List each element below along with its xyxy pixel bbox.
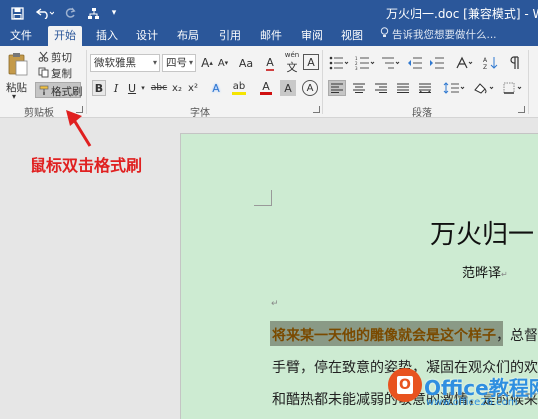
svg-text:Z: Z bbox=[483, 64, 487, 70]
subscript-button[interactable]: x₂ bbox=[170, 80, 184, 96]
tab-review[interactable]: 审阅 bbox=[295, 26, 329, 46]
enclose-char-icon[interactable]: A bbox=[302, 80, 318, 96]
save-icon[interactable] bbox=[8, 3, 26, 23]
distribute-icon[interactable] bbox=[416, 80, 434, 96]
font-name-value: 微软雅黑 bbox=[94, 57, 136, 69]
margin-corner-mark bbox=[254, 190, 272, 206]
group-divider bbox=[528, 50, 529, 114]
tell-me-text: 告诉我您想要做什么... bbox=[392, 29, 497, 41]
highlighted-text: 将来某一天他的雕像就会是这个样子 bbox=[272, 328, 496, 344]
tab-references[interactable]: 引用 bbox=[213, 26, 247, 46]
title-bar: ▾ 万火归一.doc [兼容模式] - W bbox=[0, 0, 538, 26]
font-launcher-icon[interactable] bbox=[313, 106, 320, 113]
tab-file[interactable]: 文件 bbox=[4, 26, 38, 46]
paragraph-group-label: 段落 bbox=[412, 108, 432, 119]
document-title[interactable]: 万火归一 bbox=[430, 214, 534, 251]
justify-icon[interactable] bbox=[394, 80, 412, 96]
watermark-url: www.office26.com bbox=[426, 397, 518, 408]
shading-icon[interactable] bbox=[472, 80, 496, 96]
tab-design[interactable]: 设计 bbox=[130, 26, 164, 46]
phonetic-guide-icon[interactable]: wén 文 bbox=[283, 51, 301, 74]
clipboard-group-label: 剪贴板 bbox=[24, 108, 54, 119]
line-spacing-icon[interactable] bbox=[442, 80, 466, 96]
char-border-icon[interactable]: A bbox=[303, 54, 319, 70]
svg-text:A: A bbox=[483, 57, 488, 64]
char-shading-icon[interactable]: A bbox=[280, 80, 296, 96]
shrink-font-icon[interactable]: A ▾ bbox=[216, 54, 230, 72]
chevron-down-icon: ▾ bbox=[152, 58, 157, 67]
group-divider bbox=[86, 50, 87, 114]
tab-home[interactable]: 开始 bbox=[48, 26, 82, 46]
copy-button[interactable]: 复制 bbox=[51, 66, 72, 81]
underline-button[interactable]: U bbox=[126, 80, 138, 96]
chevron-down-icon[interactable]: ▾ bbox=[139, 80, 147, 96]
highlight-icon[interactable]: ab bbox=[230, 80, 248, 96]
numbering-icon[interactable]: 123 bbox=[354, 54, 376, 72]
font-size-combo[interactable]: 四号 ▾ bbox=[162, 54, 196, 72]
paragraph-mark: ↵ bbox=[271, 299, 279, 309]
decrease-indent-icon[interactable] bbox=[406, 54, 424, 72]
copy-icon bbox=[37, 66, 49, 78]
grow-font-icon[interactable]: A ▴ bbox=[200, 54, 214, 72]
lightbulb-icon bbox=[380, 26, 389, 45]
chevron-down-icon: ▾ bbox=[188, 58, 193, 67]
touch-mode-icon[interactable] bbox=[84, 3, 102, 23]
borders-icon[interactable] bbox=[502, 80, 526, 96]
ribbon-tabs: 文件 开始 插入 设计 布局 引用 邮件 审阅 视图 告诉我您想要做什么... bbox=[0, 26, 538, 46]
cut-button[interactable]: 剪切 bbox=[51, 50, 72, 65]
superscript-button[interactable]: x² bbox=[186, 80, 200, 96]
chinese-layout-icon[interactable] bbox=[454, 54, 476, 72]
font-group-label: 字体 bbox=[190, 108, 210, 119]
annotation-arrow-icon bbox=[66, 110, 92, 147]
tell-me-box[interactable]: 告诉我您想要做什么... bbox=[380, 26, 497, 46]
paragraph-launcher-icon[interactable] bbox=[518, 106, 525, 113]
body-line-1[interactable]: 将来某一天他的雕像就会是这个样子，总督 bbox=[272, 325, 538, 345]
paste-dropdown-icon[interactable]: ▾ bbox=[12, 92, 16, 101]
paste-button[interactable]: 粘贴 bbox=[6, 80, 27, 95]
align-right-icon[interactable] bbox=[372, 80, 390, 96]
multilevel-list-icon[interactable] bbox=[380, 54, 402, 72]
align-left-icon[interactable] bbox=[328, 80, 346, 96]
redo-icon[interactable] bbox=[62, 3, 78, 23]
tab-view[interactable]: 视图 bbox=[335, 26, 369, 46]
tab-insert[interactable]: 插入 bbox=[90, 26, 124, 46]
sort-icon[interactable]: AZ bbox=[482, 54, 500, 72]
change-case-icon[interactable]: Aa bbox=[236, 54, 256, 72]
increase-indent-icon[interactable] bbox=[428, 54, 446, 72]
format-painter-label: 格式刷 bbox=[51, 86, 83, 98]
font-color-icon[interactable]: A bbox=[258, 80, 274, 96]
italic-button[interactable]: I bbox=[110, 80, 122, 96]
undo-icon[interactable] bbox=[34, 3, 56, 23]
document-author[interactable]: 范晔译↵ bbox=[462, 262, 508, 281]
paste-icon[interactable] bbox=[6, 50, 30, 78]
svg-text:3: 3 bbox=[355, 66, 358, 70]
window-title: 万火归一.doc [兼容模式] - W bbox=[386, 7, 538, 21]
office-logo-icon: O bbox=[388, 368, 422, 402]
clear-format-icon[interactable]: A bbox=[262, 54, 278, 72]
bold-button[interactable]: B bbox=[92, 80, 106, 96]
bullets-icon[interactable] bbox=[328, 54, 350, 72]
font-size-value: 四号 bbox=[166, 57, 187, 69]
group-divider bbox=[322, 50, 323, 114]
tab-layout[interactable]: 布局 bbox=[171, 26, 205, 46]
strikethrough-button[interactable]: abc bbox=[150, 80, 168, 96]
scissors-icon bbox=[37, 50, 49, 62]
text-effects-icon[interactable]: A bbox=[208, 80, 224, 96]
show-marks-icon[interactable] bbox=[506, 54, 524, 72]
paintbrush-icon bbox=[38, 84, 50, 96]
align-center-icon[interactable] bbox=[350, 80, 368, 96]
font-name-combo[interactable]: 微软雅黑 ▾ bbox=[90, 54, 160, 72]
customize-qat-icon[interactable]: ▾ bbox=[108, 3, 120, 23]
format-painter-button[interactable]: 格式刷 bbox=[35, 82, 83, 98]
tab-mailings[interactable]: 邮件 bbox=[254, 26, 288, 46]
annotation-text: 鼠标双击格式刷 bbox=[30, 156, 143, 175]
